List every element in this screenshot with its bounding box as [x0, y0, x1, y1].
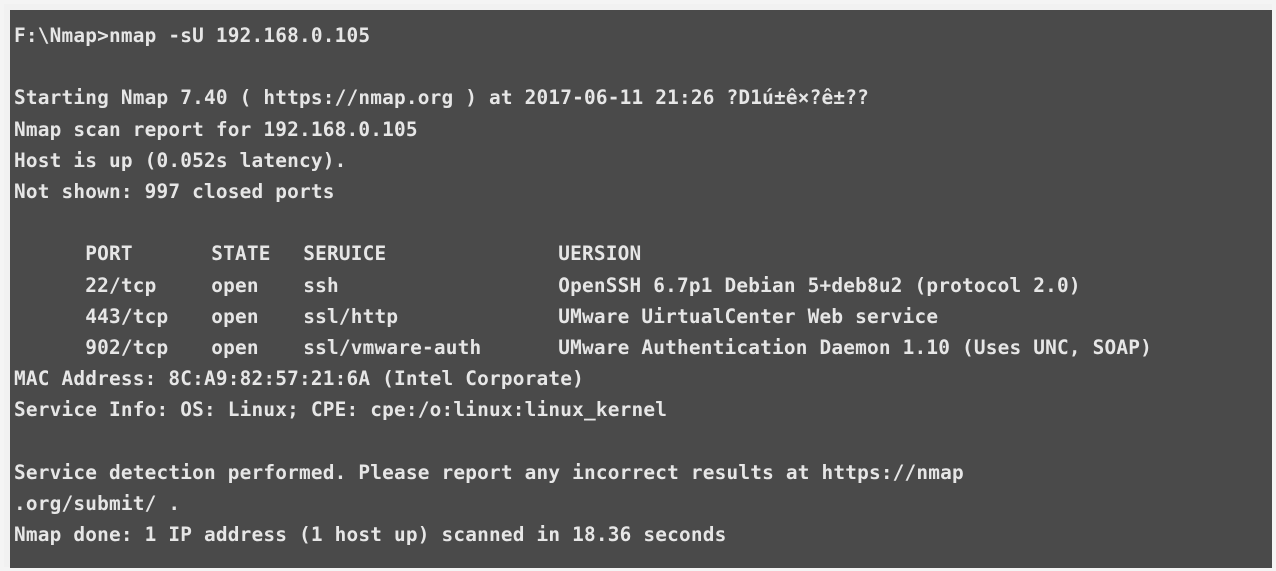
nmap-done-line: Nmap done: 1 IP address (1 host up) scan…: [14, 523, 727, 546]
terminal-window[interactable]: F:\Nmap>nmap -sU 192.168.0.105 Starting …: [10, 10, 1272, 568]
header-service: SERUICE: [303, 242, 387, 266]
row-service: ssl/http: [303, 304, 399, 328]
scan-report-line: Nmap scan report for 192.168.0.105: [14, 117, 418, 141]
service-detection-line-2: .org/submit/ .: [14, 491, 181, 515]
row-service: ssh: [303, 273, 339, 297]
row-state: open: [211, 335, 259, 359]
row-state: open: [211, 273, 259, 297]
row-version: UMware Authentication Daemon 1.10 (Uses …: [558, 335, 1152, 359]
row-state: open: [211, 304, 259, 328]
header-port: PORT: [85, 242, 133, 266]
screenshot-frame: F:\Nmap>nmap -sU 192.168.0.105 Starting …: [4, 4, 1272, 568]
row-version: UMware UirtualCenter Web service: [558, 304, 939, 328]
row-port: 902/tcp: [85, 335, 169, 359]
header-version: UERSION: [558, 242, 642, 266]
row-port: 22/tcp: [85, 273, 157, 297]
port-table-header: PORT STATE SERUICE UERSION: [14, 207, 1272, 265]
starting-line: Starting Nmap 7.40 ( https://nmap.org ) …: [14, 86, 869, 110]
header-state: STATE: [211, 242, 271, 266]
host-up-line: Host is up (0.052s latency).: [14, 148, 347, 172]
service-info-line: Service Info: OS: Linux; CPE: cpe:/o:lin…: [14, 398, 668, 422]
row-port: 443/tcp: [85, 304, 169, 328]
not-shown-line: Not shown: 997 closed ports: [14, 179, 335, 203]
row-service: ssl/vmware-auth: [303, 335, 482, 359]
command-line: F:\Nmap>nmap -sU 192.168.0.105: [14, 24, 371, 47]
row-version: OpenSSH 6.7p1 Debian 5+deb8u2 (protocol …: [558, 273, 1081, 297]
mac-address-line: MAC Address: 8C:A9:82:57:21:6A (Intel Co…: [14, 367, 584, 391]
service-detection-line: Service detection performed. Please repo…: [14, 460, 964, 484]
